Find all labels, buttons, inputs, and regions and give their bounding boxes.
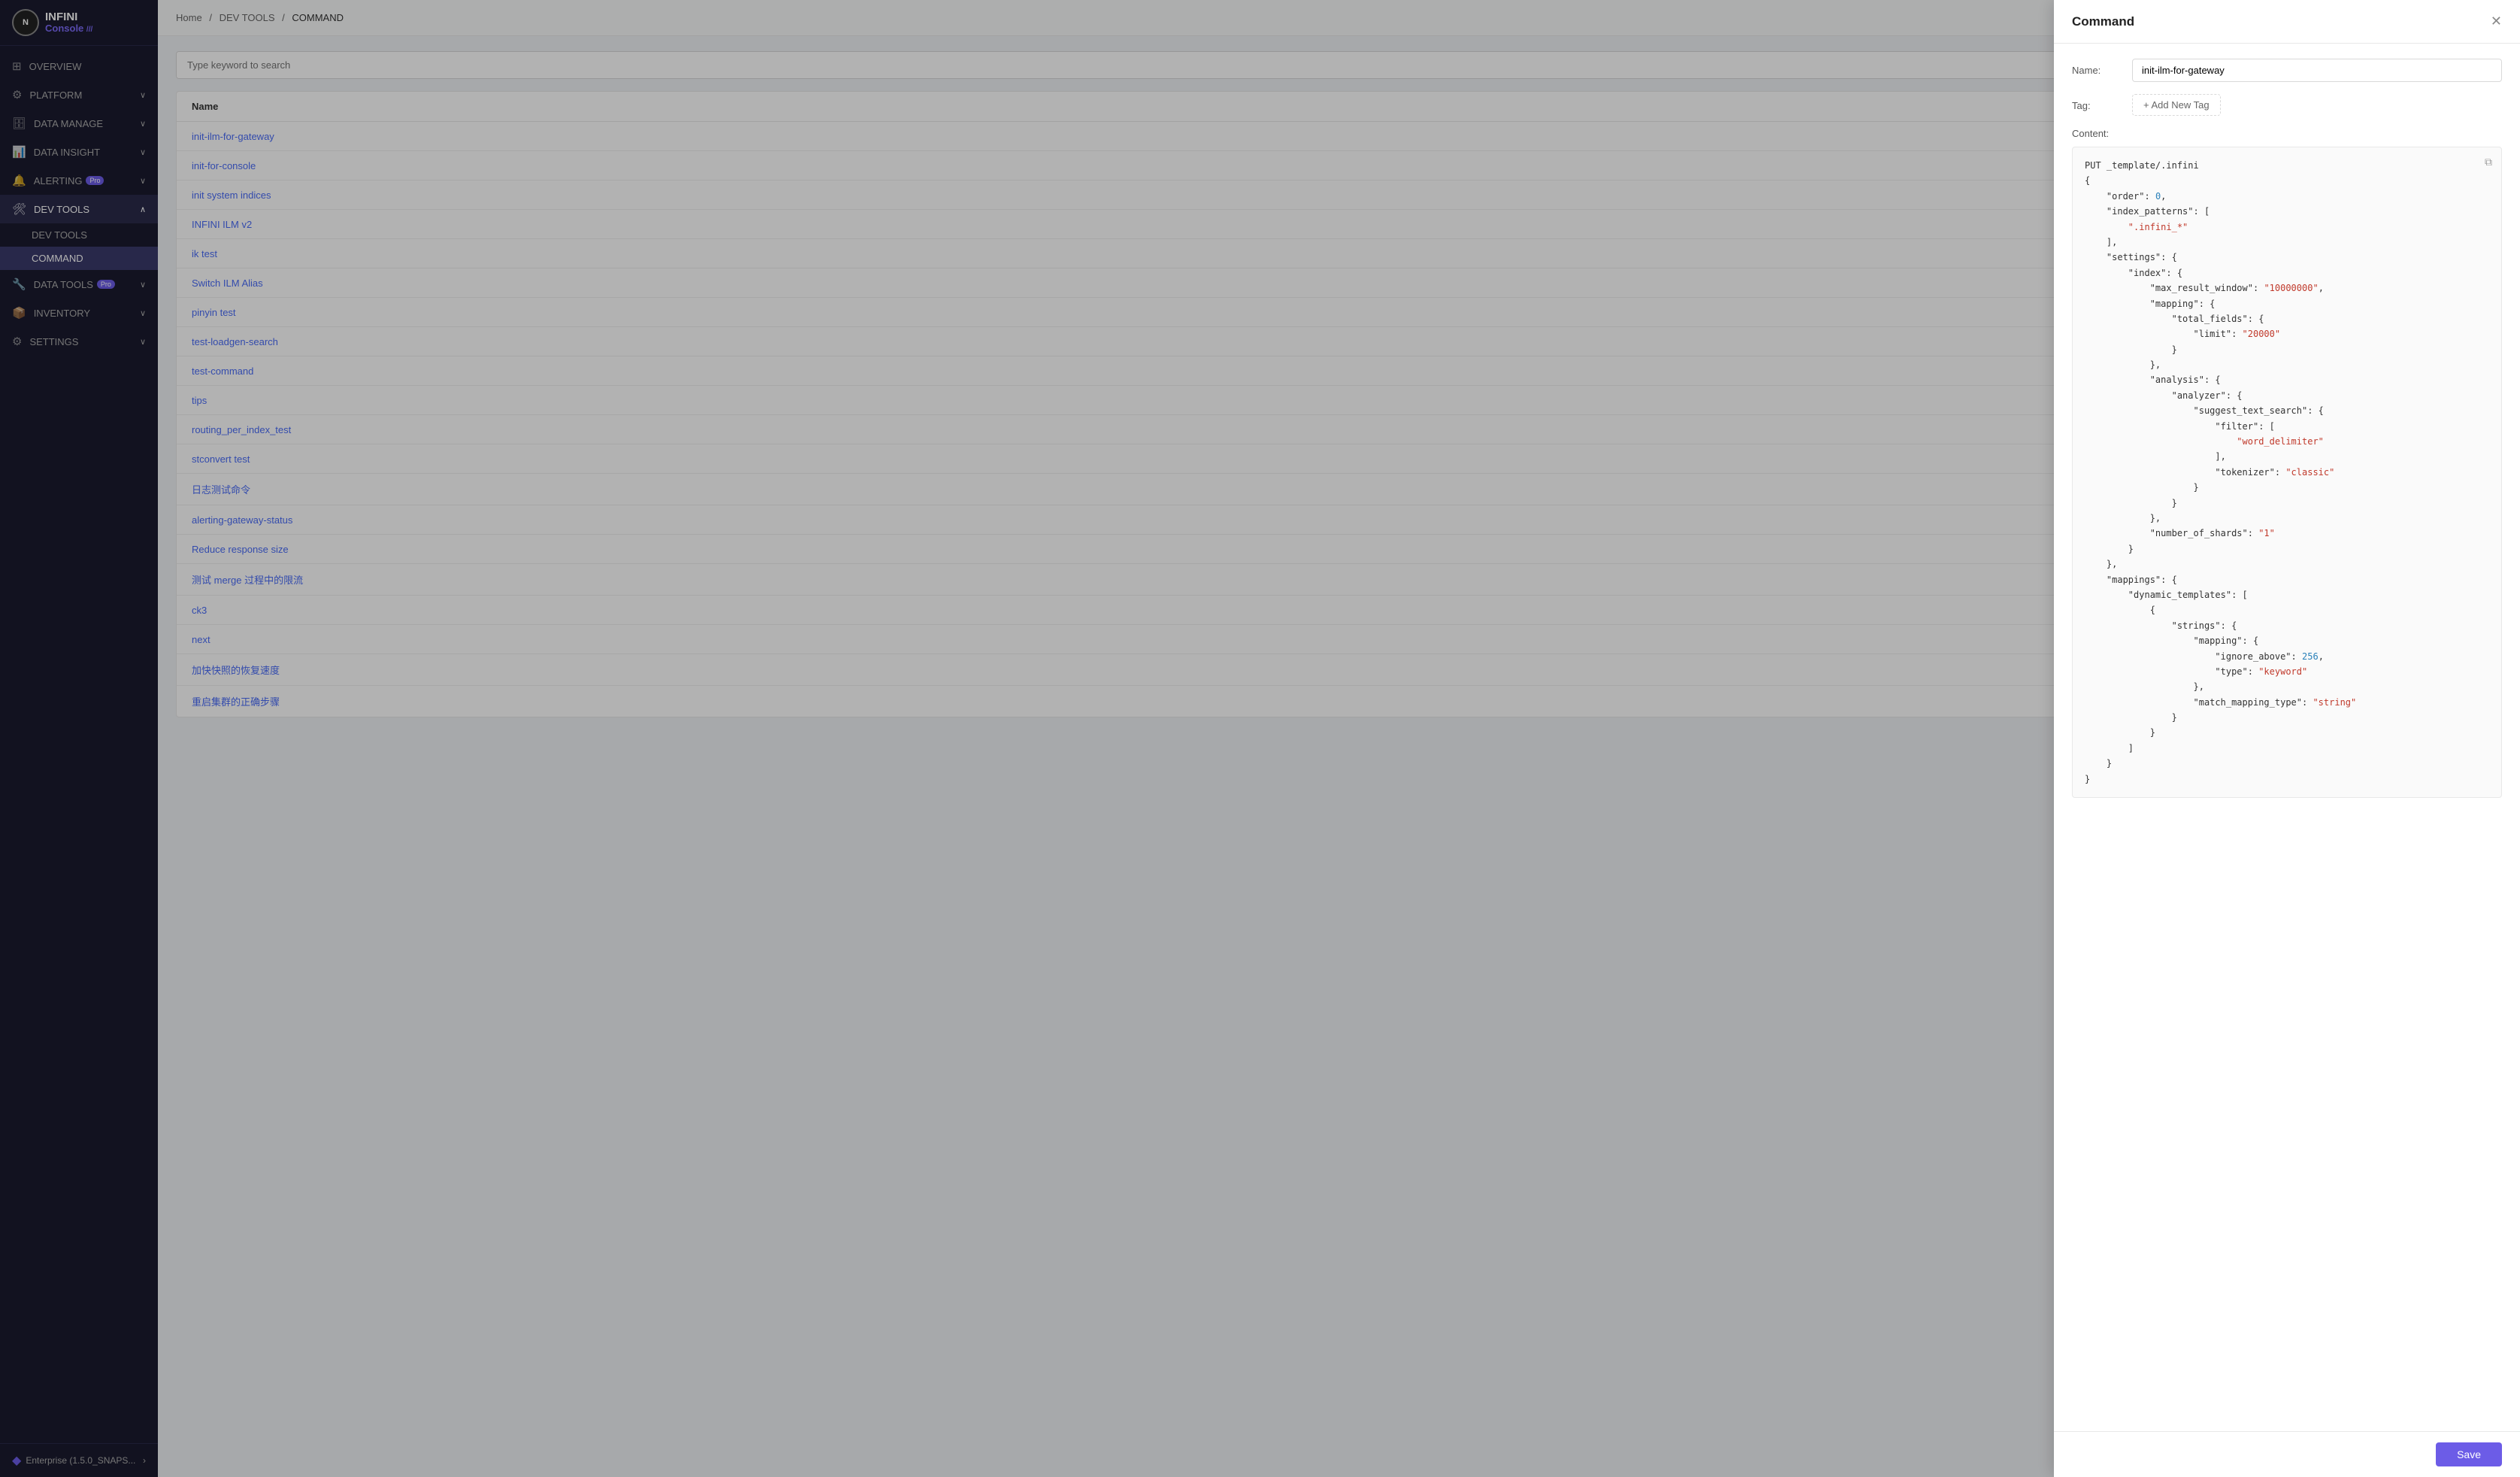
tag-label: Tag:	[2072, 94, 2132, 111]
copy-icon[interactable]: ⧉	[2485, 155, 2492, 173]
content-label: Content:	[2072, 128, 2502, 139]
name-input[interactable]	[2132, 59, 2502, 82]
name-label: Name:	[2072, 59, 2132, 76]
tag-field-row: Tag: + Add New Tag	[2072, 94, 2502, 116]
code-editor[interactable]: ⧉ PUT _template/.infini { "order": 0, "i…	[2072, 147, 2502, 798]
add-tag-button[interactable]: + Add New Tag	[2132, 94, 2221, 116]
modal-header: Command ✕	[2054, 0, 2520, 44]
command-modal: Command ✕ Name: Tag: + Add New Tag Conte…	[2054, 0, 2520, 1477]
save-button[interactable]: Save	[2436, 1442, 2502, 1466]
modal-footer: Save	[2054, 1431, 2520, 1477]
modal-title: Command	[2072, 14, 2134, 29]
name-field-row: Name:	[2072, 59, 2502, 82]
content-section: Content: ⧉ PUT _template/.infini { "orde…	[2072, 128, 2502, 798]
code-content: PUT _template/.infini { "order": 0, "ind…	[2085, 158, 2489, 787]
modal-close-button[interactable]: ✕	[2491, 14, 2502, 29]
modal-body: Name: Tag: + Add New Tag Content: ⧉ PUT …	[2054, 44, 2520, 1431]
